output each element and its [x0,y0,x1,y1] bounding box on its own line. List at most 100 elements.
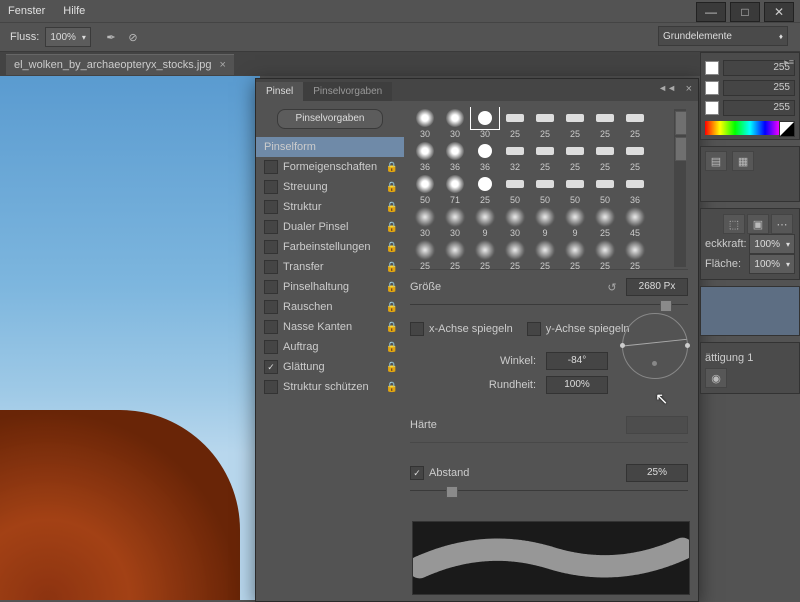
brush-thumb[interactable]: 25 [440,239,470,270]
brush-thumb[interactable]: 25 [590,239,620,270]
option-checkbox[interactable] [264,380,278,394]
color-swatch-b[interactable] [705,101,719,115]
hue-ramp[interactable] [705,121,795,135]
brush-thumbnail-grid[interactable]: 3030302525252525363636322525252550712550… [410,107,688,270]
brush-option-struktur-schützen[interactable]: Struktur schützen🔒 [256,377,404,397]
spacing-value[interactable]: 25% [626,464,688,482]
option-checkbox[interactable] [264,220,278,234]
color-swatch-r[interactable] [705,61,719,75]
brush-thumb[interactable]: 25 [530,107,560,139]
brush-thumb[interactable]: 25 [620,239,650,270]
size-slider[interactable] [410,300,688,310]
brush-option-farbeinstellungen[interactable]: Farbeinstellungen🔒 [256,237,404,257]
window-maximize[interactable]: □ [730,2,760,22]
scrollbar[interactable] [674,109,686,267]
menu-fenster[interactable]: Fenster [8,5,45,17]
roundness-value[interactable]: 100% [546,376,608,394]
brush-thumb[interactable]: 45 [620,206,650,238]
crop-icon[interactable]: ▣ [747,214,769,234]
option-checkbox[interactable] [264,300,278,314]
brush-option-formeigenschaften[interactable]: Formeigenschaften🔒 [256,157,404,177]
brush-option-auftrag[interactable]: Auftrag🔒 [256,337,404,357]
lock-icon[interactable]: 🔒 [386,202,398,213]
brush-option-streuung[interactable]: Streuung🔒 [256,177,404,197]
brush-thumb[interactable]: 30 [440,206,470,238]
b-value[interactable]: 255 [723,100,795,116]
brush-thumb[interactable]: 50 [560,173,590,205]
brush-thumb[interactable]: 36 [410,140,440,172]
lock-icon[interactable]: 🔒 [386,222,398,233]
canvas[interactable] [0,76,260,600]
brush-thumb[interactable]: 32 [500,140,530,172]
fill-combo[interactable]: 100%▾ [749,254,795,274]
adjustment-layer[interactable]: ättigung 1 ◉ [700,342,800,394]
option-checkbox[interactable] [264,200,278,214]
option-checkbox[interactable] [264,180,278,194]
brush-option-struktur[interactable]: Struktur🔒 [256,197,404,217]
brush-thumb[interactable]: 9 [530,206,560,238]
brush-option-dualer-pinsel[interactable]: Dualer Pinsel🔒 [256,217,404,237]
brush-thumb[interactable]: 25 [500,239,530,270]
brush-thumb[interactable]: 25 [620,140,650,172]
lock-icon[interactable]: 🔒 [386,242,398,253]
brush-thumb[interactable]: 36 [470,140,500,172]
angle-value[interactable]: -84° [546,352,608,370]
lock-icon[interactable]: 🔒 [386,182,398,193]
link-icon[interactable]: ⬚ [723,214,745,234]
angle-control[interactable] [622,313,688,379]
option-checkbox[interactable] [264,240,278,254]
fluss-combo[interactable]: 100%▾ [45,27,91,47]
size-value[interactable]: 2680 Px [626,278,688,296]
g-value[interactable]: 255 [723,80,795,96]
option-checkbox[interactable] [264,160,278,174]
flip-y-checkbox[interactable] [527,322,541,336]
brush-thumb[interactable]: 36 [620,173,650,205]
brush-thumb[interactable]: 25 [590,206,620,238]
brush-thumb[interactable]: 25 [590,140,620,172]
lock-icon[interactable]: 🔒 [386,282,398,293]
option-checkbox[interactable] [264,340,278,354]
spacing-checkbox[interactable]: ✓ [410,466,424,480]
opacity-combo[interactable]: 100%▾ [749,234,795,254]
brush-thumb[interactable]: 30 [470,107,500,139]
brush-thumb[interactable]: 25 [530,239,560,270]
brush-option-nasse-kanten[interactable]: Nasse Kanten🔒 [256,317,404,337]
preset-button[interactable]: Pinselvorgaben [277,109,383,129]
flip-x-checkbox[interactable] [410,322,424,336]
airbrush-icon[interactable]: ✒ [101,28,121,46]
lock-icon[interactable]: 🔒 [386,342,398,353]
brush-thumb[interactable]: 30 [440,107,470,139]
close-icon[interactable]: × [220,59,226,71]
brush-thumb[interactable]: 25 [620,107,650,139]
brush-option-glättung[interactable]: ✓Glättung🔒 [256,357,404,377]
window-close[interactable]: ✕ [764,2,794,22]
swatch-grid-icon[interactable]: ▤ [705,151,727,171]
option-checkbox[interactable] [264,260,278,274]
visibility-icon[interactable]: ◉ [705,368,727,388]
brush-thumb[interactable]: 25 [410,239,440,270]
workspace-selector[interactable]: Grundelemente♦ [658,26,788,46]
brush-thumb[interactable]: 25 [530,140,560,172]
brush-thumb[interactable]: 25 [470,173,500,205]
brush-thumb[interactable]: 25 [560,239,590,270]
brush-thumb[interactable]: 36 [440,140,470,172]
brush-thumb[interactable]: 9 [470,206,500,238]
option-checkbox[interactable]: ✓ [264,360,278,374]
option-checkbox[interactable] [264,280,278,294]
swatch-list-icon[interactable]: ▦ [732,151,754,171]
brush-option-pinselhaltung[interactable]: Pinselhaltung🔒 [256,277,404,297]
panel-collapse-icon[interactable]: ◄◄ [658,83,676,93]
lock-icon[interactable]: 🔒 [386,382,398,393]
panel-close-icon[interactable]: × [686,83,692,95]
layer-selected[interactable] [700,286,800,336]
tablet-pressure-icon[interactable]: ⊘ [123,28,143,46]
color-swatch-g[interactable] [705,81,719,95]
brush-thumb[interactable]: 9 [560,206,590,238]
brush-thumb[interactable]: 50 [500,173,530,205]
brush-option-rauschen[interactable]: Rauschen🔒 [256,297,404,317]
reset-size-icon[interactable]: ↺ [604,279,620,295]
brush-thumb[interactable]: 30 [410,107,440,139]
brush-option-transfer[interactable]: Transfer🔒 [256,257,404,277]
brush-thumb[interactable]: 71 [440,173,470,205]
document-tab[interactable]: el_wolken_by_archaeopteryx_stocks.jpg× [6,54,234,75]
